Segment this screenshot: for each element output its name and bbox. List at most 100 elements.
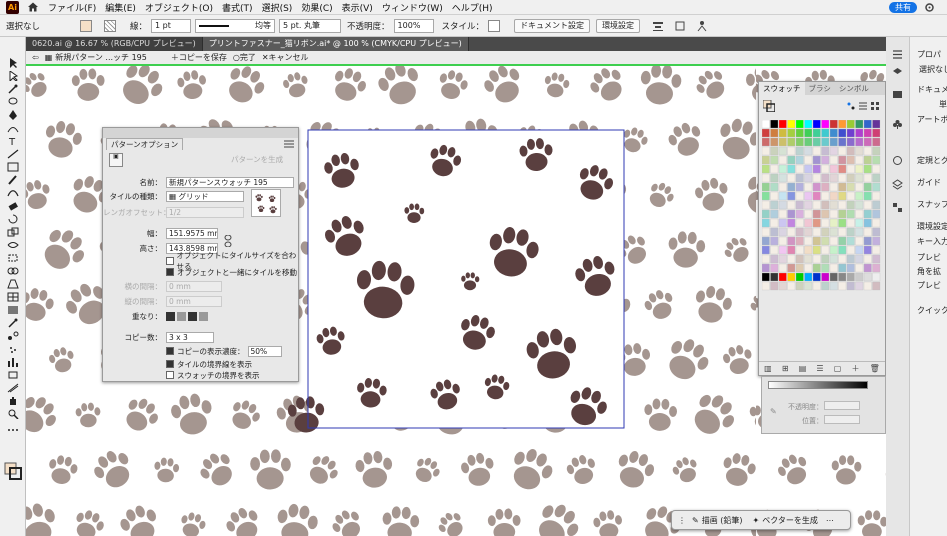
- preferences-button[interactable]: 環境設定: [596, 18, 641, 33]
- show-kinds-icon[interactable]: [847, 102, 855, 110]
- swatch-cell[interactable]: [872, 191, 881, 201]
- eyedropper-icon[interactable]: [7, 318, 19, 328]
- swatch-cell[interactable]: [829, 120, 838, 129]
- swatch-cell[interactable]: [762, 146, 770, 156]
- swatch-cell[interactable]: [778, 272, 787, 282]
- swatch-cell[interactable]: [829, 245, 838, 255]
- swatch-cell[interactable]: [804, 128, 813, 138]
- link-icon[interactable]: [224, 235, 232, 247]
- gradient-position-field[interactable]: [824, 415, 860, 424]
- swatch-cell[interactable]: [778, 191, 787, 201]
- swatch-cell[interactable]: [804, 191, 813, 201]
- swatch-cell[interactable]: [787, 173, 796, 183]
- tab-brushes[interactable]: ブラシ: [805, 82, 835, 95]
- color-icon[interactable]: [892, 155, 903, 166]
- club-icon[interactable]: [892, 119, 903, 130]
- back-arrow-icon[interactable]: ⇦: [32, 53, 39, 62]
- swatch-cell[interactable]: [872, 281, 881, 291]
- rotate-tool-icon[interactable]: [7, 214, 19, 224]
- swatch-cell[interactable]: [872, 155, 881, 165]
- swatch-cell[interactable]: [855, 209, 864, 219]
- swatch-cell[interactable]: [804, 173, 813, 183]
- swatch-cell[interactable]: [872, 218, 881, 228]
- draw-pencil-button[interactable]: 描画 (鉛筆): [702, 515, 743, 526]
- swatch-cell[interactable]: [872, 182, 881, 192]
- swatch-cell[interactable]: [804, 120, 813, 129]
- swatch-cell[interactable]: [787, 236, 796, 246]
- swatch-cell[interactable]: [795, 263, 804, 273]
- gradient-tool-icon[interactable]: [7, 305, 19, 315]
- swatch-cell[interactable]: [778, 137, 787, 147]
- swatch-cell[interactable]: [770, 209, 779, 219]
- swatch-cell[interactable]: [762, 245, 770, 255]
- eyedropper-small-icon[interactable]: ✎: [770, 407, 777, 416]
- column-graph-icon[interactable]: [7, 357, 19, 367]
- swatch-cell[interactable]: [778, 263, 787, 273]
- stack-icon[interactable]: [892, 179, 903, 190]
- scale-corners-label[interactable]: 角を拡: [917, 266, 941, 277]
- swatch-cell[interactable]: [804, 281, 813, 291]
- swatch-cell[interactable]: [846, 146, 855, 156]
- gradient-slider[interactable]: [768, 381, 868, 389]
- swatch-cell[interactable]: [846, 245, 855, 255]
- overlap-left-icon[interactable]: [166, 311, 175, 321]
- drag-handle-icon[interactable]: ⋮: [678, 516, 686, 525]
- swatch-cell[interactable]: [812, 218, 821, 228]
- swatch-cell[interactable]: [855, 182, 864, 192]
- swatch-cell[interactable]: [770, 155, 779, 165]
- shaper-tool-icon[interactable]: [7, 188, 19, 198]
- mesh-tool-icon[interactable]: [7, 292, 19, 302]
- swatch-cell[interactable]: [821, 173, 830, 183]
- swatch-cell[interactable]: [778, 245, 787, 255]
- swatch-cell[interactable]: [787, 218, 796, 228]
- swatch-cell[interactable]: [838, 245, 847, 255]
- swatch-cell[interactable]: [855, 120, 864, 129]
- swatch-cell[interactable]: [863, 137, 872, 147]
- swatch-cell[interactable]: [795, 137, 804, 147]
- swatch-cell[interactable]: [778, 218, 787, 228]
- swatch-cell[interactable]: [812, 227, 821, 237]
- swatch-cell[interactable]: [829, 236, 838, 246]
- swatch-cell[interactable]: [770, 236, 779, 246]
- swatch-cell[interactable]: [787, 164, 796, 174]
- swatch-cell[interactable]: [787, 254, 796, 264]
- swatch-cell[interactable]: [762, 263, 770, 273]
- swatch-cell[interactable]: [863, 191, 872, 201]
- swatch-cell[interactable]: [821, 227, 830, 237]
- move-tile-option[interactable]: オブジェクトと一緒にタイルを移動: [103, 265, 300, 279]
- swatch-cell[interactable]: [846, 164, 855, 174]
- swatch-cell[interactable]: [762, 272, 770, 282]
- swatch-cell[interactable]: [804, 227, 813, 237]
- swatch-cell[interactable]: [762, 182, 770, 192]
- hand-tool-icon[interactable]: [7, 396, 19, 406]
- show-swatch-bounds-option[interactable]: スウォッチの境界を表示: [103, 368, 300, 382]
- fill-stroke-widget[interactable]: [4, 462, 22, 480]
- swatch-cell[interactable]: [846, 182, 855, 192]
- swatch-cell[interactable]: [812, 155, 821, 165]
- swatch-cell[interactable]: [829, 254, 838, 264]
- swatch-cell[interactable]: [855, 128, 864, 138]
- swatch-cell[interactable]: [863, 182, 872, 192]
- fill-stroke-mini-icon[interactable]: [763, 100, 775, 112]
- swatch-cell[interactable]: [872, 200, 881, 210]
- copies-dropdown[interactable]: 3 x 3: [166, 331, 214, 343]
- swatch-cell[interactable]: [872, 236, 881, 246]
- stroke-swatch[interactable]: [104, 19, 117, 32]
- direct-selection-tool-icon[interactable]: [7, 71, 19, 81]
- menu-edit[interactable]: 編集(E): [105, 1, 136, 14]
- swatch-cell[interactable]: [812, 245, 821, 255]
- swatch-library-icon[interactable]: ▥: [764, 364, 772, 373]
- swatch-cell[interactable]: [838, 236, 847, 246]
- swatch-cell[interactable]: [770, 128, 779, 138]
- swatch-cell[interactable]: [804, 137, 813, 147]
- transform-icon[interactable]: [674, 20, 686, 32]
- swatch-cell[interactable]: [804, 272, 813, 282]
- swatch-cell[interactable]: [812, 164, 821, 174]
- align-icon[interactable]: [652, 20, 664, 32]
- overlap-bottom-icon[interactable]: [199, 311, 208, 321]
- tab-print-fastener[interactable]: プリントファスナー_猫リボン.ai* @ 100 % (CMYK/CPU プレビ…: [202, 37, 469, 51]
- swatch-cell[interactable]: [795, 120, 804, 129]
- swatch-cell[interactable]: [846, 173, 855, 183]
- swatch-cell[interactable]: [838, 120, 847, 129]
- swatch-cell[interactable]: [821, 182, 830, 192]
